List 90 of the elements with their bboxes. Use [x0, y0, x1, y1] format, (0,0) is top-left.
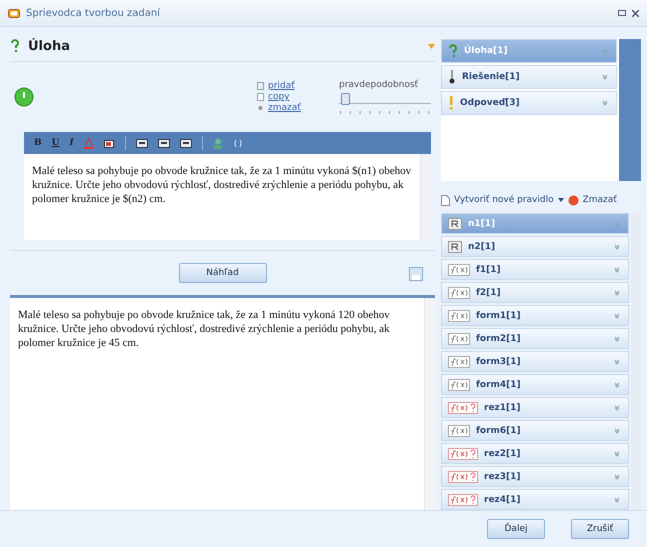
section-item[interactable]: Odpoveď[3]: [441, 91, 617, 115]
rule-item[interactable]: form1[1]: [441, 305, 629, 326]
toolbar-separator-icon: [124, 136, 126, 150]
function-icon: [448, 264, 470, 276]
save-icon[interactable]: [409, 267, 423, 281]
dialog-button[interactable]: Ďalej: [487, 519, 545, 539]
chevron-icon: [614, 290, 620, 296]
delete-icon: [568, 194, 579, 206]
rule-item[interactable]: form3[1]: [441, 351, 629, 372]
slider-label: pravdepodobnosť: [339, 80, 420, 90]
rule-item[interactable]: rez4[1]: [441, 489, 629, 510]
action-link[interactable]: zmazať: [257, 103, 327, 113]
rule-item[interactable]: f1[1]: [441, 259, 629, 280]
chevron-icon: [614, 428, 620, 434]
align-icon[interactable]: [180, 138, 192, 148]
result-function-icon: [448, 402, 478, 414]
question-icon: [10, 39, 20, 53]
arrow-icon[interactable]: [428, 44, 435, 48]
result-function-icon: [448, 494, 478, 506]
rule-item[interactable]: form4[1]: [441, 374, 629, 395]
question-icon: [448, 44, 458, 58]
chevron-icon: [614, 244, 620, 250]
function-icon: [448, 378, 470, 390]
rule-item[interactable]: rez1[1]: [441, 397, 629, 418]
chevron-icon: [602, 74, 608, 80]
editor-text: Malé teleso sa pohybuje po obvode kružnice tak, že za 1 minútu vykoná $(n1) obehov kružnice. Určte jeho obvodovú rýchlosť, dostredivé zrýchlenie a periódu pohybu, ak polomer kružnice je $(n2) cm.: [31, 164, 412, 207]
text-editor[interactable]: Malé teleso sa pohybuje po obvode kružnice tak, že za 1 minútu vykoná $(n1) obehov kružnice. Určte jeho obvodovú rýchlosť, dostredivé zrýchlenie a periódu pohybu, ak polomer kružnice je $(n2) cm.: [24, 154, 431, 240]
chevron-icon: [614, 220, 620, 226]
variable-icon: [448, 218, 462, 230]
braces-icon[interactable]: [232, 138, 243, 148]
rule-item[interactable]: n2[1]: [441, 236, 629, 257]
action-link[interactable]: copy: [257, 92, 327, 102]
align-icon[interactable]: [136, 138, 148, 148]
function-icon: [448, 424, 470, 436]
section-title: Úloha: [28, 38, 71, 54]
chevron-icon: [614, 312, 620, 318]
minimize-icon[interactable]: [618, 10, 626, 16]
status-icon[interactable]: [14, 87, 34, 107]
slider-track[interactable]: [339, 92, 431, 104]
scrollbar[interactable]: [420, 154, 431, 240]
result-function-icon: [448, 448, 478, 460]
chevron-icon: [602, 48, 608, 54]
scrollbar[interactable]: [619, 39, 641, 181]
dialog-button[interactable]: Zrušiť: [571, 519, 629, 539]
window-title: Sprievodca tvorbou zadaní: [26, 8, 161, 18]
new-page-icon: [441, 194, 450, 206]
rule-item[interactable]: form2[1]: [441, 328, 629, 349]
page-icon: [257, 82, 264, 90]
rule-item[interactable]: rez3[1]: [441, 466, 629, 487]
chevron-icon: [614, 474, 620, 480]
chevron-icon: [614, 358, 620, 364]
chevron-icon: [614, 450, 620, 456]
slider-thumb[interactable]: [340, 92, 350, 104]
chevron-icon: [614, 266, 620, 272]
toolbar-separator-icon: [202, 136, 203, 150]
result-function-icon: [448, 470, 478, 482]
variable-icon: [448, 240, 462, 252]
image-icon[interactable]: [104, 138, 115, 148]
dot-icon: [257, 104, 264, 112]
exclamation-icon: [448, 96, 454, 110]
chevron-icon: [614, 382, 620, 388]
create-rule-button[interactable]: Vytvoriť nové pravidlo: [454, 195, 554, 205]
thermometer-icon: [448, 70, 456, 84]
font-color-icon[interactable]: [84, 138, 94, 148]
align-icon[interactable]: [158, 138, 170, 148]
action-link[interactable]: pridať: [257, 81, 327, 91]
copy-icon: [257, 93, 264, 101]
chevron-icon: [602, 100, 608, 106]
chevron-icon: [614, 404, 620, 410]
preview-button[interactable]: Náhľad: [178, 263, 266, 283]
preview-text: Malé teleso sa pohybuje po obvode kružnice tak, že za 1 minútu vykoná 120 obehov kružnice. Určte jeho obvodovú rýchlosť, dostredivé zrýchlenie a periódu pohybu, ak polomer kružnice je 45 cm.: [17, 308, 391, 351]
function-icon: [448, 356, 470, 368]
function-icon: [448, 310, 470, 322]
close-icon[interactable]: [632, 10, 639, 16]
chevron-icon: [614, 496, 620, 502]
user-icon[interactable]: [212, 138, 223, 148]
rule-item[interactable]: form6[1]: [441, 420, 629, 441]
format-button[interactable]: B: [34, 138, 42, 148]
app-icon: [8, 8, 20, 18]
format-button[interactable]: I: [69, 138, 74, 148]
scrollbar[interactable]: [424, 298, 435, 510]
chevron-icon: [614, 336, 620, 342]
delete-rule-button[interactable]: Zmazať: [582, 195, 617, 205]
section-item[interactable]: Riešenie[1]: [441, 65, 617, 89]
rule-item[interactable]: rez2[1]: [441, 443, 629, 464]
rule-item[interactable]: f2[1]: [441, 282, 629, 303]
function-icon: [448, 286, 470, 298]
format-button[interactable]: U: [52, 138, 60, 148]
caret-icon[interactable]: [558, 198, 564, 202]
function-icon: [448, 332, 470, 344]
